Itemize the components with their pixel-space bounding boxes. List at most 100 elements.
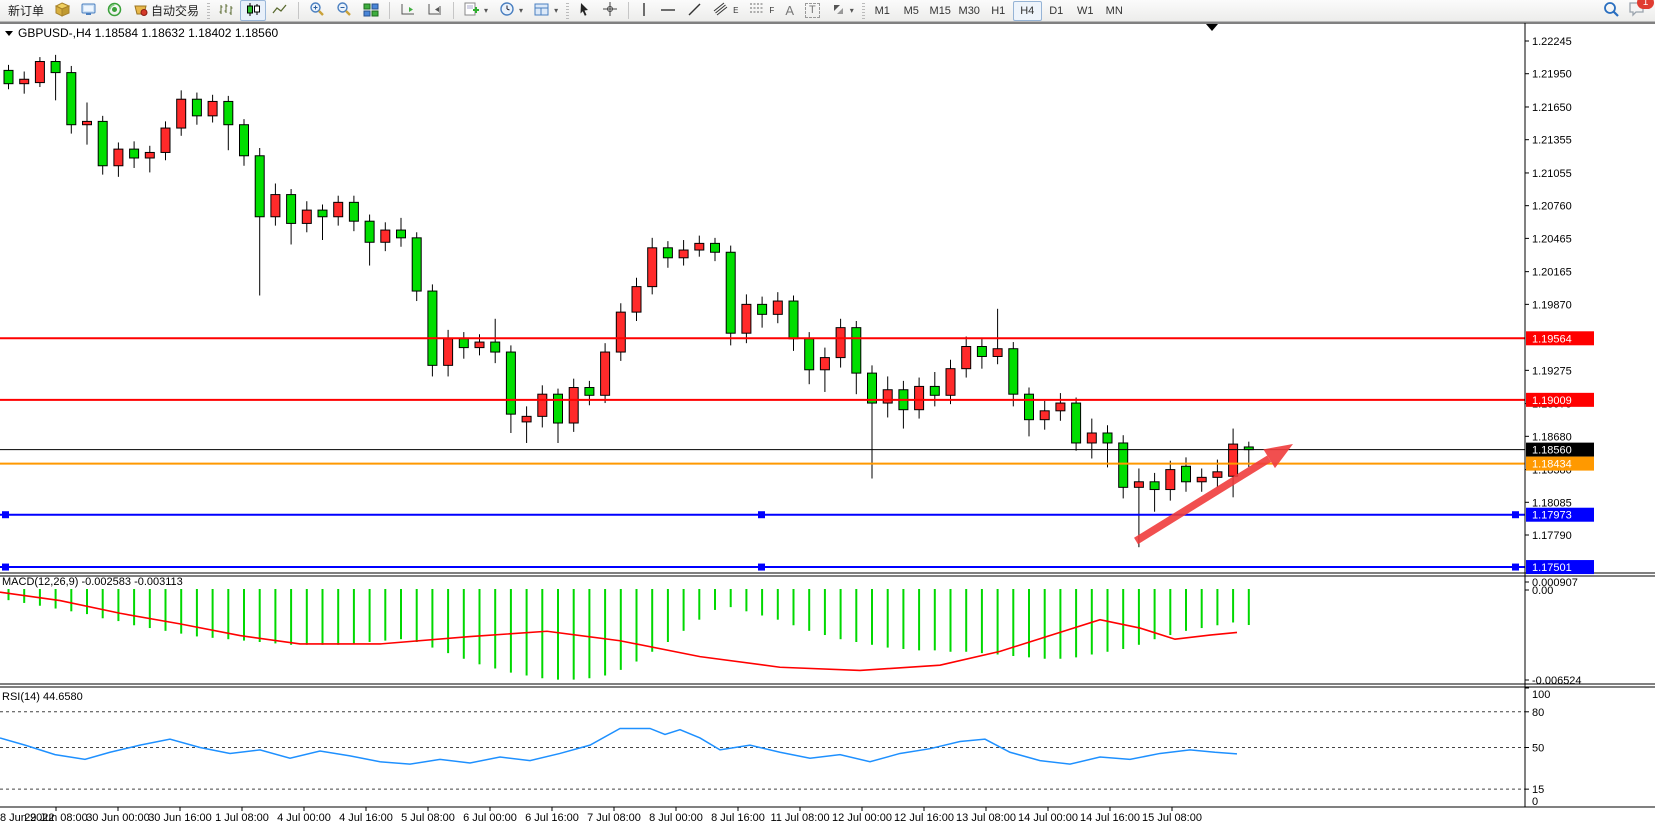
text-button[interactable]: A xyxy=(780,0,799,21)
trendline-icon xyxy=(687,2,702,20)
candle-body xyxy=(161,128,170,152)
candle-body xyxy=(130,149,139,158)
timeframe-group: M1M5M15M30H1H4D1W1MN xyxy=(868,1,1129,21)
crosshair-button[interactable] xyxy=(597,0,623,21)
macd-signal-line xyxy=(0,592,1237,670)
dropdown-arrow-icon: ▾ xyxy=(850,6,854,15)
candle-body xyxy=(1213,472,1222,478)
candle-body xyxy=(789,301,798,339)
symbol-dropdown-icon[interactable] xyxy=(5,31,13,36)
horizontal-lines[interactable] xyxy=(0,338,1525,570)
line-handle[interactable] xyxy=(2,511,9,518)
horizontal-line-button[interactable] xyxy=(655,0,681,21)
candle-body xyxy=(522,416,531,422)
timeframe-button-H4[interactable]: H4 xyxy=(1013,1,1042,21)
auto-scroll-button[interactable] xyxy=(395,0,421,21)
candle-body xyxy=(287,195,296,224)
fibonacci-icon xyxy=(749,1,766,20)
equidistant-channel-button[interactable]: E xyxy=(708,0,743,21)
svg-text:8 Jul 16:00: 8 Jul 16:00 xyxy=(711,812,765,824)
chart-area[interactable]: 1.222451.219501.216501.213551.210551.207… xyxy=(0,0,1655,825)
search-button[interactable] xyxy=(1603,1,1620,21)
rsi-pane: 1008050150RSI(14) 44.6580 xyxy=(0,688,1550,808)
timeframe-button-D1[interactable]: D1 xyxy=(1042,1,1071,21)
candle-body xyxy=(1103,433,1112,443)
line-handle[interactable] xyxy=(758,511,765,518)
vertical-line-button[interactable] xyxy=(634,0,654,21)
zoom-out-button[interactable] xyxy=(331,0,357,21)
channel-letter: E xyxy=(733,6,738,15)
toolbar-grip xyxy=(566,3,569,19)
candle-body xyxy=(349,202,358,221)
zoom-out-icon xyxy=(336,1,352,20)
line-handle[interactable] xyxy=(1512,511,1519,518)
svg-text:1.17790: 1.17790 xyxy=(1532,530,1572,542)
timeframe-button-M1[interactable]: M1 xyxy=(868,1,897,21)
candle-body xyxy=(538,394,547,416)
arrow-shaft xyxy=(1136,459,1269,541)
chart-shift-button[interactable] xyxy=(422,0,448,21)
timeframe-button-H1[interactable]: H1 xyxy=(984,1,1013,21)
trendline-button[interactable] xyxy=(682,0,707,21)
bar-chart-type-button[interactable] xyxy=(213,0,239,21)
cursor-button[interactable] xyxy=(572,0,596,21)
candle-body xyxy=(318,210,327,217)
svg-text:12 Jul 16:00: 12 Jul 16:00 xyxy=(894,812,954,824)
auto-trading-button[interactable]: 自动交易 xyxy=(128,0,204,21)
svg-text:1.17973: 1.17973 xyxy=(1532,510,1572,522)
line-chart-type-button[interactable] xyxy=(267,0,293,21)
candle-body xyxy=(679,250,688,258)
templates-button[interactable]: ▾ xyxy=(529,0,563,21)
signals-button[interactable] xyxy=(102,0,127,21)
svg-text:100: 100 xyxy=(1532,689,1550,701)
timeframe-button-M15[interactable]: M15 xyxy=(926,1,955,21)
arrows-button[interactable]: ▾ xyxy=(826,0,859,21)
fibonacci-button[interactable]: F xyxy=(744,0,779,21)
trend-arrow-annotation[interactable] xyxy=(1136,444,1293,541)
candle-body xyxy=(1025,394,1034,420)
svg-text:1.19009: 1.19009 xyxy=(1532,395,1572,407)
new-chart-icon xyxy=(464,2,480,20)
rsi-label: RSI(14) 44.6580 xyxy=(2,691,83,703)
svg-text:-0.006524: -0.006524 xyxy=(1532,675,1582,687)
line-handle[interactable] xyxy=(2,564,9,571)
signal-icon xyxy=(107,2,122,20)
svg-text:4 Jul 00:00: 4 Jul 00:00 xyxy=(277,812,331,824)
candle-body xyxy=(397,230,406,238)
crosshair-icon xyxy=(602,1,618,20)
new-chart-button[interactable]: ▾ xyxy=(459,0,493,21)
period-clock-button[interactable]: ▾ xyxy=(494,0,528,21)
svg-text:1.18560: 1.18560 xyxy=(1532,445,1572,457)
timeframe-button-W1[interactable]: W1 xyxy=(1071,1,1100,21)
line-handle[interactable] xyxy=(758,564,765,571)
candles xyxy=(4,55,1253,547)
chart-box-button[interactable] xyxy=(50,0,75,21)
candle-body xyxy=(271,195,280,217)
new-order-button[interactable]: 新订单 xyxy=(3,0,49,21)
line-handle[interactable] xyxy=(1512,564,1519,571)
timeframe-button-M30[interactable]: M30 xyxy=(955,1,984,21)
svg-text:5 Jul 08:00: 5 Jul 08:00 xyxy=(401,812,455,824)
candle-body xyxy=(459,339,468,348)
svg-text:1.20465: 1.20465 xyxy=(1532,233,1572,245)
tile-windows-button[interactable] xyxy=(358,0,384,21)
zoom-in-button[interactable] xyxy=(304,0,330,21)
timeframe-button-M5[interactable]: M5 xyxy=(897,1,926,21)
candle-body xyxy=(930,386,939,395)
svg-text:29 Jun 08:00: 29 Jun 08:00 xyxy=(24,812,88,824)
text-label-button[interactable]: T xyxy=(800,0,825,21)
candle-body xyxy=(1009,349,1018,394)
market-watch-button[interactable] xyxy=(76,0,101,21)
svg-text:1.18085: 1.18085 xyxy=(1532,497,1572,509)
chat-button[interactable]: 1 xyxy=(1628,1,1646,20)
candle-body xyxy=(334,202,343,216)
chart-shift-marker[interactable] xyxy=(1206,24,1218,31)
timeframe-button-MN[interactable]: MN xyxy=(1100,1,1129,21)
toolbar-separator xyxy=(453,2,454,19)
svg-text:15 Jul 08:00: 15 Jul 08:00 xyxy=(1142,812,1202,824)
svg-text:8 Jul 00:00: 8 Jul 00:00 xyxy=(649,812,703,824)
candle-body xyxy=(365,221,374,242)
candle-body xyxy=(1150,482,1159,490)
tile-windows-icon xyxy=(363,2,379,20)
candlestick-type-button[interactable] xyxy=(240,0,266,21)
